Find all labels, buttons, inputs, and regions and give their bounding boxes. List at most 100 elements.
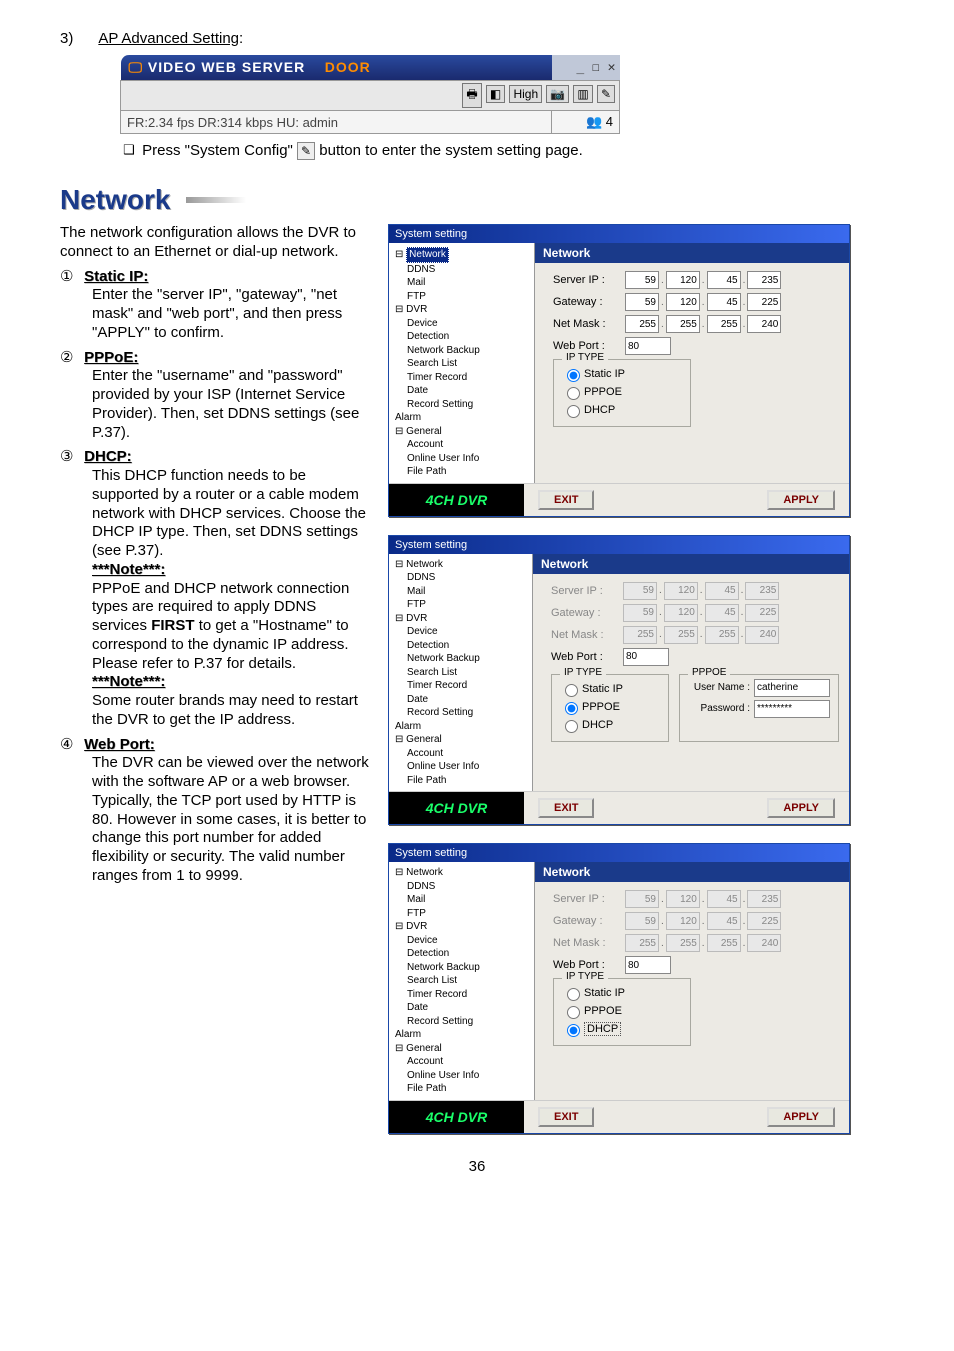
tree-alarm[interactable]: Alarm bbox=[395, 1028, 530, 1042]
tree-record-setting[interactable]: Record Setting bbox=[395, 706, 528, 720]
tree-record-setting[interactable]: Record Setting bbox=[395, 1015, 530, 1029]
tree-search-list[interactable]: Search List bbox=[395, 357, 530, 371]
tree-record-setting[interactable]: Record Setting bbox=[395, 398, 530, 412]
label-username: User Name : bbox=[688, 682, 754, 693]
users-icon: 👥 bbox=[586, 114, 602, 129]
tree-detection[interactable]: Detection bbox=[395, 330, 530, 344]
snapshot-icon[interactable]: 🖶 bbox=[462, 83, 481, 108]
tree-detection[interactable]: Detection bbox=[395, 639, 528, 653]
radio-static-ip[interactable] bbox=[567, 988, 580, 1001]
tree-general[interactable]: General bbox=[406, 734, 442, 745]
label-web-port: Web Port : bbox=[553, 340, 625, 352]
tree-date[interactable]: Date bbox=[395, 1001, 530, 1015]
tree-timer-record[interactable]: Timer Record bbox=[395, 371, 530, 385]
tree-device[interactable]: Device bbox=[395, 317, 530, 331]
tree-ftp[interactable]: FTP bbox=[395, 907, 530, 921]
tree-online-user-info[interactable]: Online User Info bbox=[395, 760, 528, 774]
item-static-ip: ① Static IP: Enter the "server IP", "gat… bbox=[60, 268, 370, 343]
radio-pppoe[interactable] bbox=[567, 1006, 580, 1019]
gateway-input[interactable]: ... bbox=[625, 293, 781, 311]
tree-general[interactable]: General bbox=[406, 1043, 442, 1054]
record-icon[interactable]: ◧ bbox=[486, 85, 505, 103]
intro-text: The network configuration allows the DVR… bbox=[60, 224, 370, 262]
tree-network-backup[interactable]: Network Backup bbox=[395, 652, 528, 666]
tree-alarm[interactable]: Alarm bbox=[395, 720, 528, 734]
high-quality-button[interactable]: High bbox=[509, 85, 542, 103]
tree-timer-record[interactable]: Timer Record bbox=[395, 988, 530, 1002]
tree-file-path[interactable]: File Path bbox=[395, 1082, 530, 1096]
password-input[interactable] bbox=[754, 700, 830, 718]
tree-online-user-info[interactable]: Online User Info bbox=[395, 1069, 530, 1083]
radio-static-ip[interactable] bbox=[565, 684, 578, 697]
tree-detection[interactable]: Detection bbox=[395, 947, 530, 961]
tree-date[interactable]: Date bbox=[395, 693, 528, 707]
brand-label: 4CH DVR bbox=[389, 792, 524, 824]
radio-static-ip[interactable] bbox=[567, 369, 580, 382]
tree-nav[interactable]: ⊟ Network DDNS Mail FTP ⊟ DVR Device Det… bbox=[389, 243, 535, 483]
apply-button[interactable]: APPLY bbox=[767, 798, 835, 818]
ip-type-group: IP TYPE Static IP PPPOE DHCP bbox=[551, 674, 669, 742]
system-config-icon[interactable]: ✎ bbox=[597, 85, 615, 103]
apply-button[interactable]: APPLY bbox=[767, 1107, 835, 1127]
web-port-input[interactable] bbox=[623, 648, 669, 666]
tree-ddns[interactable]: DDNS bbox=[395, 571, 528, 585]
server-ip-input: ... bbox=[623, 582, 779, 600]
radio-dhcp[interactable] bbox=[567, 1024, 580, 1037]
window-buttons[interactable]: _ ☐ ✕ bbox=[552, 55, 620, 81]
tree-file-path[interactable]: File Path bbox=[395, 465, 530, 479]
pppoe-group: PPPOE User Name : Password : bbox=[679, 674, 839, 742]
server-ip-input[interactable]: ... bbox=[625, 271, 781, 289]
netmask-input[interactable]: ... bbox=[625, 315, 781, 333]
tree-dvr[interactable]: DVR bbox=[406, 921, 427, 932]
window-title: System setting bbox=[389, 844, 849, 862]
tree-account[interactable]: Account bbox=[395, 438, 530, 452]
radio-dhcp[interactable] bbox=[565, 720, 578, 733]
exit-button[interactable]: EXIT bbox=[538, 490, 594, 510]
tree-online-user-info[interactable]: Online User Info bbox=[395, 452, 530, 466]
camera-icon[interactable]: 📷 bbox=[546, 85, 569, 103]
item-web-port: ④ Web Port: The DVR can be viewed over t… bbox=[60, 736, 370, 886]
tree-mail[interactable]: Mail bbox=[395, 893, 530, 907]
exit-button[interactable]: EXIT bbox=[538, 798, 594, 818]
tree-mail[interactable]: Mail bbox=[395, 585, 528, 599]
tree-network-backup[interactable]: Network Backup bbox=[395, 344, 530, 358]
tree-dvr[interactable]: DVR bbox=[406, 304, 427, 315]
tree-mail[interactable]: Mail bbox=[395, 276, 530, 290]
exit-button[interactable]: EXIT bbox=[538, 1107, 594, 1127]
tree-date[interactable]: Date bbox=[395, 384, 530, 398]
tree-dvr[interactable]: DVR bbox=[406, 613, 427, 624]
radio-dhcp[interactable] bbox=[567, 405, 580, 418]
tree-search-list[interactable]: Search List bbox=[395, 666, 528, 680]
tree-ddns[interactable]: DDNS bbox=[395, 263, 530, 277]
tree-network-backup[interactable]: Network Backup bbox=[395, 961, 530, 975]
tree-nav[interactable]: ⊟ Network DDNS Mail FTP ⊟ DVR Device Det… bbox=[389, 862, 535, 1100]
tree-device[interactable]: Device bbox=[395, 934, 530, 948]
netmask-input: ... bbox=[623, 626, 779, 644]
web-port-input[interactable] bbox=[625, 337, 671, 355]
tree-account[interactable]: Account bbox=[395, 747, 528, 761]
netmask-input: ... bbox=[625, 934, 781, 952]
tree-network[interactable]: Network bbox=[406, 867, 443, 878]
tree-general[interactable]: General bbox=[406, 426, 442, 437]
label-server-ip: Server IP : bbox=[553, 893, 625, 905]
apply-button[interactable]: APPLY bbox=[767, 490, 835, 510]
tree-network[interactable]: Network bbox=[406, 247, 449, 263]
web-port-input[interactable] bbox=[625, 956, 671, 974]
tree-ftp[interactable]: FTP bbox=[395, 290, 530, 304]
tree-ddns[interactable]: DDNS bbox=[395, 880, 530, 894]
network-heading: Network bbox=[60, 184, 894, 216]
ip-type-group: IP TYPE Static IP PPPOE DHCP bbox=[553, 359, 691, 427]
tree-account[interactable]: Account bbox=[395, 1055, 530, 1069]
layout-icon[interactable]: ▥ bbox=[573, 85, 592, 103]
tree-search-list[interactable]: Search List bbox=[395, 974, 530, 988]
tree-file-path[interactable]: File Path bbox=[395, 774, 528, 788]
radio-pppoe[interactable] bbox=[565, 702, 578, 715]
radio-pppoe[interactable] bbox=[567, 387, 580, 400]
tree-ftp[interactable]: FTP bbox=[395, 598, 528, 612]
tree-device[interactable]: Device bbox=[395, 625, 528, 639]
tree-timer-record[interactable]: Timer Record bbox=[395, 679, 528, 693]
tree-nav[interactable]: ⊟ Network DDNS Mail FTP ⊟ DVR Device Det… bbox=[389, 554, 533, 792]
tree-network[interactable]: Network bbox=[406, 559, 443, 570]
tree-alarm[interactable]: Alarm bbox=[395, 411, 530, 425]
username-input[interactable] bbox=[754, 679, 830, 697]
